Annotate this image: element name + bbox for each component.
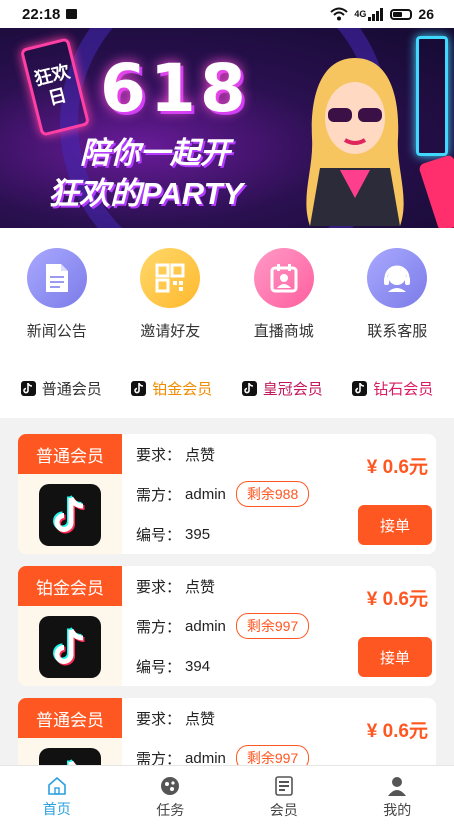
menu-item-news[interactable]: 新闻公告: [7, 248, 107, 358]
tier-crown[interactable]: 皇冠会员: [241, 378, 323, 399]
order-level-badge: 普通会员: [18, 434, 122, 474]
member-icon: [274, 775, 293, 796]
tab-member[interactable]: 会员: [227, 766, 341, 829]
demander-value: admin: [185, 617, 226, 635]
order-card-left: 铂金会员: [18, 566, 122, 686]
banner-character-illustration: [306, 58, 404, 226]
banner-line2: 狂欢的PARTY: [48, 176, 244, 211]
demander-value: admin: [185, 485, 226, 503]
tier-label-regular: 普通会员: [41, 380, 102, 398]
tiktok-logo-icon: [39, 484, 101, 546]
battery-level: 26: [418, 6, 434, 22]
menu-item-support[interactable]: 联系客服: [347, 248, 447, 358]
calendar-user-icon: [253, 248, 314, 308]
tiktok-logo-icon: [39, 616, 101, 678]
promo-banner[interactable]: 狂欢日 618 陪你一起开 狂欢的PARTY: [0, 28, 454, 228]
home-icon: [47, 776, 66, 795]
clock: 22:18: [22, 5, 61, 23]
number-value: 394: [185, 657, 211, 675]
tier-regular[interactable]: 普通会员: [20, 378, 102, 399]
demander-label: 需方：: [136, 486, 182, 504]
take-order-button[interactable]: 接单: [358, 505, 432, 545]
order-card-right: ¥ 0.6元 接单: [326, 566, 436, 686]
network-type: 4G: [354, 9, 367, 19]
order-level-badge: 铂金会员: [18, 566, 122, 606]
order-level-badge: 普通会员: [18, 698, 122, 738]
qrcode-icon: [140, 248, 201, 308]
battery-icon: [390, 8, 413, 20]
requirement-label: 要求：: [136, 710, 182, 728]
order-number-row: 编号： 394: [136, 646, 326, 686]
user-icon: [388, 776, 407, 796]
signal-icon: [368, 7, 384, 21]
order-price: ¥ 0.6元: [366, 589, 428, 610]
tab-mine[interactable]: 我的: [341, 766, 454, 829]
shortcut-menu: 新闻公告 邀请好友 直播商城 联系客服: [0, 228, 454, 358]
demander-label: 需方：: [136, 618, 182, 636]
wifi-icon: [330, 7, 349, 21]
menu-label-news: 新闻公告: [26, 323, 87, 340]
document-icon: [26, 248, 87, 308]
take-order-button[interactable]: 接单: [358, 637, 432, 677]
member-tier-filter: 普通会员 铂金会员 皇冠会员 钻石会员: [0, 358, 454, 418]
tiktok-icon: [131, 380, 147, 396]
order-card: 普通会员 要求： 点赞 需方： admin 剩余988 编号： 395 ¥ 0.6元 …: [18, 434, 436, 554]
number-label: 编号：: [136, 526, 182, 544]
order-card-left: 普通会员: [18, 434, 122, 554]
tab-label-mine: 我的: [383, 801, 412, 818]
bottom-tab-bar: 首页 任务 会员 我的: [0, 765, 454, 829]
menu-label-live-mall: 直播商城: [253, 323, 314, 340]
requirement-value: 点赞: [185, 578, 216, 596]
status-left: 22:18: [22, 5, 78, 23]
tab-home[interactable]: 首页: [0, 766, 114, 829]
notification-icon: [66, 9, 78, 19]
menu-item-invite[interactable]: 邀请好友: [120, 248, 220, 358]
tab-label-member: 会员: [269, 801, 298, 818]
order-price: ¥ 0.6元: [366, 457, 428, 478]
order-card-right: ¥ 0.6元 接单: [326, 434, 436, 554]
number-value: 395: [185, 525, 211, 543]
requirement-value: 点赞: [185, 710, 216, 728]
number-label: 编号：: [136, 658, 182, 676]
headset-icon: [367, 248, 428, 308]
task-icon: [161, 776, 180, 795]
order-card: 铂金会员 要求： 点赞 需方： admin 剩余997 编号： 394 ¥ 0.6元 …: [18, 566, 436, 686]
tier-label-diamond: 钻石会员: [373, 380, 434, 398]
tier-diamond[interactable]: 钻石会员: [352, 378, 433, 399]
order-demander-row: 需方： admin 剩余997: [136, 606, 326, 646]
order-price: ¥ 0.6元: [366, 721, 428, 742]
order-details: 要求： 点赞 需方： admin 剩余988 编号： 395: [122, 434, 326, 554]
requirement-value: 点赞: [185, 446, 216, 464]
tiktok-icon: [241, 380, 257, 396]
banner-headline: 618: [100, 50, 250, 127]
menu-label-support: 联系客服: [367, 323, 428, 340]
tier-platinum[interactable]: 铂金会员: [131, 378, 212, 399]
menu-label-invite: 邀请好友: [140, 323, 201, 340]
tiktok-icon: [20, 380, 36, 396]
remaining-badge: 剩余988: [235, 481, 310, 507]
status-bar: 22:18 4G 26: [0, 0, 454, 28]
tab-task[interactable]: 任务: [114, 766, 228, 829]
tab-label-home: 首页: [42, 800, 71, 817]
tab-label-task: 任务: [156, 801, 185, 818]
tier-label-crown: 皇冠会员: [262, 380, 323, 398]
order-demander-row: 需方： admin 剩余988: [136, 474, 326, 514]
menu-item-live-mall[interactable]: 直播商城: [234, 248, 334, 358]
tiktok-icon: [352, 380, 368, 396]
status-right: 4G 26: [330, 6, 434, 22]
tier-label-platinum: 铂金会员: [152, 380, 213, 398]
demander-value: admin: [185, 749, 226, 767]
requirement-label: 要求：: [136, 578, 182, 596]
requirement-label: 要求：: [136, 446, 182, 464]
banner-line1: 陪你一起开: [80, 137, 230, 170]
order-requirement-row: 要求： 点赞: [136, 566, 326, 606]
order-requirement-row: 要求： 点赞: [136, 698, 326, 738]
order-details: 要求： 点赞 需方： admin 剩余997 编号： 394: [122, 566, 326, 686]
remaining-badge: 剩余997: [235, 613, 310, 639]
order-requirement-row: 要求： 点赞: [136, 434, 326, 474]
order-number-row: 编号： 395: [136, 514, 326, 554]
